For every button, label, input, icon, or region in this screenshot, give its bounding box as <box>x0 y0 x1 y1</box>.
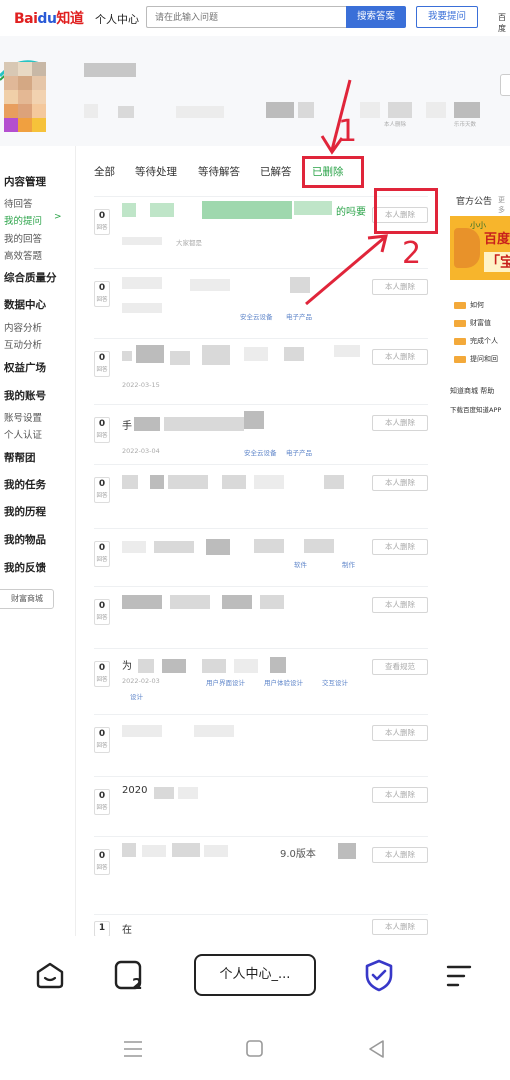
home-square-icon[interactable] <box>244 1038 266 1060</box>
svg-text:2: 2 <box>132 975 142 992</box>
system-navigation-bar <box>0 1006 510 1080</box>
annotation-arrows <box>305 79 388 306</box>
page: { "topbar": { "logo_bai": "Bai", "logo_d… <box>0 0 510 1080</box>
tabs-count-icon[interactable]: 2 <box>112 958 148 992</box>
back-triangle-icon[interactable] <box>366 1038 388 1060</box>
home-icon[interactable] <box>34 960 66 990</box>
browser-bottom-bar: 2 个人中心_... <box>0 936 510 1006</box>
menu-icon[interactable] <box>444 962 474 990</box>
shield-check-icon[interactable] <box>362 958 396 992</box>
address-bar[interactable]: 个人中心_... <box>194 954 316 996</box>
recent-apps-icon[interactable] <box>122 1040 144 1058</box>
